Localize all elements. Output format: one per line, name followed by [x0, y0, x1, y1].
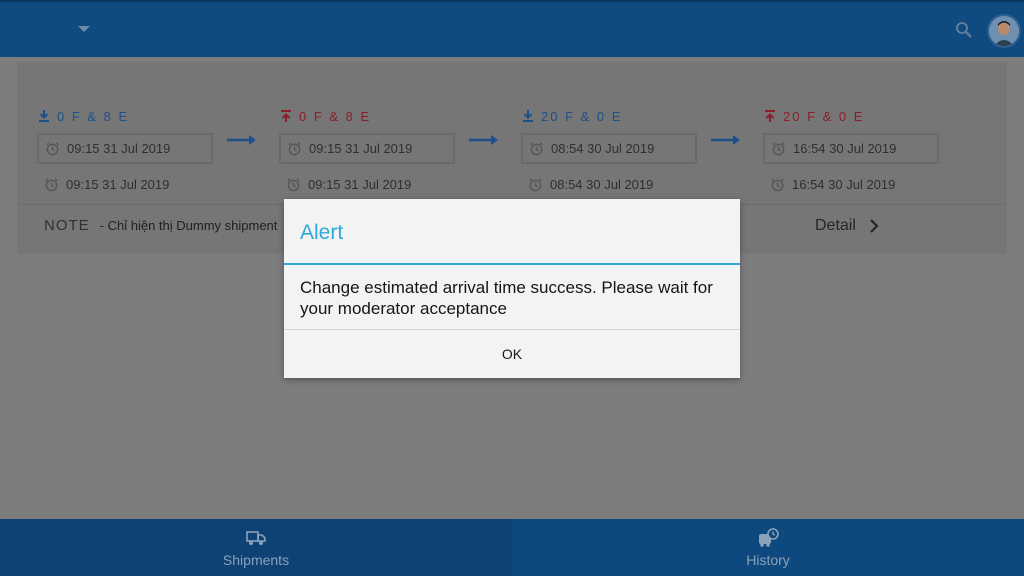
route-step-2: 0 F & 8 E 09:15 31 Jul 2019 09:15 31 Jul…	[279, 107, 459, 192]
step-1-estimated-time: 09:15 31 Jul 2019	[67, 141, 171, 156]
alarm-clock-icon	[530, 142, 543, 156]
step-1-actual-time: 09:15 31 Jul 2019	[66, 177, 170, 192]
download-icon	[39, 110, 49, 122]
download-icon	[523, 110, 533, 122]
route-step-3: 20 F & 0 E 08:54 30 Jul 2019 08:54 30 Ju…	[521, 107, 701, 192]
alarm-clock-icon	[45, 178, 58, 192]
step-2-actual-time: 09:15 31 Jul 2019	[308, 177, 412, 192]
alert-dialog: Alert Change estimated arrival time succ…	[284, 199, 740, 378]
step-3-estimated-time: 08:54 30 Jul 2019	[551, 141, 655, 156]
tab-shipments[interactable]: Shipments	[0, 519, 512, 576]
ok-button[interactable]: OK	[284, 330, 740, 378]
step-4-actual-time: 16:54 30 Jul 2019	[792, 177, 896, 192]
truck-icon	[246, 530, 266, 545]
alarm-clock-icon	[46, 142, 59, 156]
arrow-right-icon	[227, 135, 256, 145]
step-1-actual-time-row: 09:15 31 Jul 2019	[44, 177, 217, 192]
history-icon	[759, 527, 779, 547]
step-2-estimated-time: 09:15 31 Jul 2019	[309, 141, 413, 156]
route-step-1: 0 F & 8 E 09:15 31 Jul 2019 09:15 31 Jul…	[37, 107, 217, 192]
step-4-estimated-time-field[interactable]: 16:54 30 Jul 2019	[763, 133, 939, 164]
step-3-estimated-time-field[interactable]: 08:54 30 Jul 2019	[521, 133, 697, 164]
step-4-header: 20 F & 0 E	[763, 107, 943, 125]
step-1-estimated-time-field[interactable]: 09:15 31 Jul 2019	[37, 133, 213, 164]
note-text: - Chỉ hiện thị Dummy shipment	[99, 218, 278, 233]
alarm-clock-icon	[287, 178, 300, 192]
step-3-actual-time-row: 08:54 30 Jul 2019	[528, 177, 701, 192]
tab-history[interactable]: History	[512, 519, 1024, 576]
caret-down-icon[interactable]	[78, 26, 90, 32]
dialog-title-divider	[284, 263, 740, 265]
alarm-clock-icon	[772, 142, 785, 156]
dialog-title: Alert	[300, 221, 344, 244]
search-icon[interactable]	[954, 20, 974, 40]
app-header	[0, 0, 1024, 57]
bottom-navigation: Shipments History	[0, 519, 1024, 576]
avatar[interactable]	[987, 14, 1021, 48]
step-4-estimated-time: 16:54 30 Jul 2019	[793, 141, 897, 156]
user-avatar-icon	[994, 21, 1014, 46]
step-2-actual-time-row: 09:15 31 Jul 2019	[286, 177, 459, 192]
step-2-label: 0 F & 8 E	[299, 108, 372, 124]
step-3-header: 20 F & 0 E	[521, 107, 701, 125]
arrow-right-icon	[469, 135, 498, 145]
tab-history-label: History	[746, 551, 790, 568]
note-row: NOTE - Chỉ hiện thị Dummy shipment	[44, 217, 277, 234]
note-label: NOTE	[44, 217, 90, 234]
step-2-header: 0 F & 8 E	[279, 107, 459, 125]
arrow-right-icon	[711, 135, 740, 145]
route-step-4: 20 F & 0 E 16:54 30 Jul 2019 16:54 30 Ju…	[763, 107, 943, 192]
detail-link[interactable]: Detail	[815, 217, 880, 235]
alarm-clock-icon	[288, 142, 301, 156]
upload-icon	[281, 110, 291, 122]
step-2-estimated-time-field[interactable]: 09:15 31 Jul 2019	[279, 133, 455, 164]
dialog-message: Change estimated arrival time success. P…	[300, 278, 713, 318]
step-3-actual-time: 08:54 30 Jul 2019	[550, 177, 654, 192]
alarm-clock-icon	[529, 178, 542, 192]
step-4-label: 20 F & 0 E	[783, 108, 865, 124]
upload-icon	[765, 110, 775, 122]
chevron-right-icon	[870, 219, 879, 233]
alarm-clock-icon	[771, 178, 784, 192]
step-3-label: 20 F & 0 E	[541, 108, 623, 124]
step-1-header: 0 F & 8 E	[37, 107, 217, 125]
tab-shipments-label: Shipments	[222, 551, 290, 568]
step-4-actual-time-row: 16:54 30 Jul 2019	[770, 177, 943, 192]
detail-label: Detail	[815, 217, 856, 234]
step-1-label: 0 F & 8 E	[57, 108, 130, 124]
